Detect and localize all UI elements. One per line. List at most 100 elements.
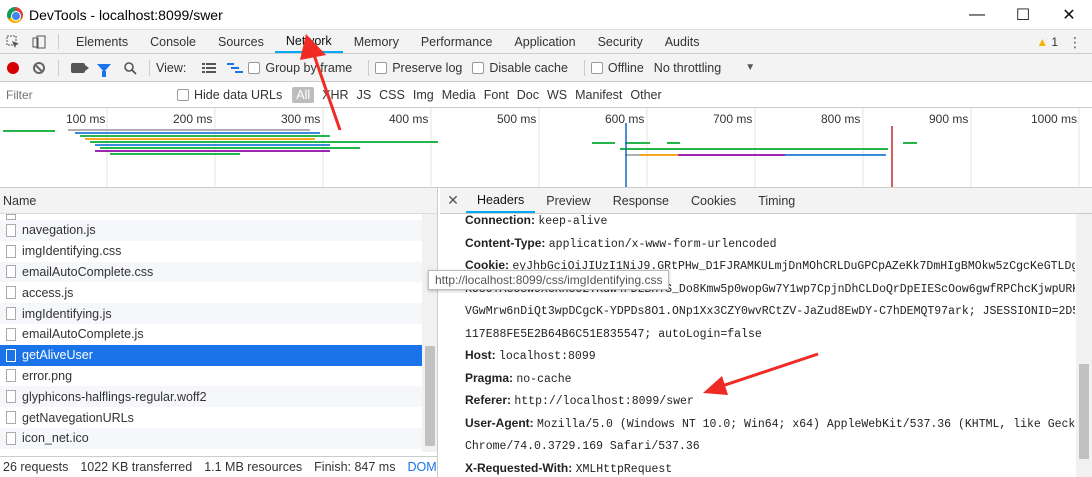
url-tooltip: http://localhost:8099/css/imgIdentifying… <box>428 270 670 290</box>
filter-input[interactable] <box>2 84 167 105</box>
network-summary-bar: 26 requests 1022 KB transferred 1.1 MB r… <box>0 456 437 477</box>
preserve-log-box[interactable] <box>375 61 388 74</box>
file-name: icon_net.ico <box>22 431 89 446</box>
search-button[interactable] <box>117 54 143 82</box>
inspect-element-icon[interactable] <box>0 30 26 53</box>
close-detail-icon[interactable]: ✕ <box>440 188 466 213</box>
title-bar: DevTools - localhost:8099/swer — ☐ ✕ <box>0 0 1092 30</box>
tab-console[interactable]: Console <box>139 30 207 53</box>
filter-type-other[interactable]: Other <box>626 88 665 102</box>
hide-data-urls-checkbox[interactable]: Hide data URLs <box>177 88 282 102</box>
tab-timing[interactable]: Timing <box>747 188 806 213</box>
tab-headers[interactable]: Headers <box>466 188 536 213</box>
filter-type-css[interactable]: CSS <box>375 88 409 102</box>
close-button[interactable]: ✕ <box>1046 0 1092 30</box>
resources-size: 1.1 MB resources <box>204 460 303 474</box>
tick-label: 900 ms <box>929 112 969 126</box>
clear-button[interactable] <box>26 54 52 82</box>
dropdown-arrow-icon: ▼ <box>745 62 756 73</box>
capture-screenshots-button[interactable] <box>65 54 91 82</box>
request-count: 26 requests <box>3 460 69 474</box>
device-toolbar-icon[interactable] <box>26 30 52 53</box>
group-by-frame-box[interactable] <box>248 61 261 74</box>
list-item[interactable]: error.png <box>0 366 422 387</box>
maximize-button[interactable]: ☐ <box>1000 0 1046 30</box>
request-list-scrollbar[interactable] <box>422 214 437 452</box>
disable-cache-label: Disable cache <box>489 60 568 75</box>
list-view-icon <box>202 62 217 73</box>
filter-type-all[interactable]: All <box>292 86 315 103</box>
request-list: navegation.js imgIdentifying.css emailAu… <box>0 214 422 452</box>
minimize-button[interactable]: — <box>954 0 1000 30</box>
list-item[interactable]: access.js <box>0 282 422 303</box>
tab-application[interactable]: Application <box>503 30 586 53</box>
filter-type-media[interactable]: Media <box>438 88 480 102</box>
hide-data-urls-label: Hide data URLs <box>194 87 283 102</box>
tab-security[interactable]: Security <box>587 30 654 53</box>
headers-scrollbar[interactable] <box>1076 214 1092 477</box>
warnings-indicator[interactable]: ▲ 1 <box>1036 30 1058 54</box>
filter-type-js[interactable]: JS <box>353 88 376 102</box>
tab-memory[interactable]: Memory <box>343 30 410 53</box>
tick-label: 1000 ms <box>1031 112 1078 126</box>
tick-label: 200 ms <box>173 112 213 126</box>
group-by-frame-checkbox[interactable]: Group by frame <box>248 61 352 75</box>
file-name: access.js <box>22 285 74 300</box>
list-item[interactable]: glyphicons-halflings-regular.woff2 <box>0 386 422 408</box>
file-icon <box>6 369 16 383</box>
header-value: VGwMrw6nDiQt3wpDCgcK-YDPDs8O1.ONp1Xx3CZY… <box>465 305 1075 318</box>
timeline-overview[interactable]: 100 ms 200 ms 300 ms 400 ms 500 ms 600 m… <box>0 108 1092 188</box>
offline-box[interactable] <box>590 61 603 74</box>
tab-sources[interactable]: Sources <box>207 30 275 53</box>
record-button[interactable] <box>0 54 26 82</box>
tab-network[interactable]: Network <box>274 30 343 53</box>
header-value: 117E88FE5E2B64B6C51E835547; autoLogin=fa… <box>465 327 762 341</box>
disable-cache-checkbox[interactable]: Disable cache <box>472 61 568 75</box>
header-key: User-Agent: <box>465 415 534 430</box>
list-item[interactable]: navegation.js <box>0 220 422 241</box>
throttling-select[interactable]: No throttling ▼ <box>654 61 755 75</box>
header-row-x-requested-with: X-Requested-With: XMLHttpRequest <box>465 458 1075 477</box>
tick-label: 300 ms <box>281 112 321 126</box>
scrollbar-thumb[interactable] <box>1079 364 1089 459</box>
header-row-user-agent: User-Agent: Mozilla/5.0 (Windows NT 10.0… <box>465 413 1075 436</box>
large-rows-button[interactable] <box>196 54 222 82</box>
list-item-selected[interactable]: getAliveUser <box>0 344 422 366</box>
hide-data-urls-box[interactable] <box>177 88 189 101</box>
list-item[interactable]: emailAutoComplete.css <box>0 261 422 283</box>
tab-cookies[interactable]: Cookies <box>680 188 747 213</box>
header-row-host: Host: localhost:8099 <box>465 345 1075 368</box>
name-column-header[interactable]: Name <box>0 188 437 214</box>
list-item[interactable]: imgIdentifying.css <box>0 241 422 262</box>
filter-type-manifest[interactable]: Manifest <box>571 88 626 102</box>
list-item[interactable]: icon_net.ico <box>0 427 422 449</box>
filter-type-img[interactable]: Img <box>409 88 438 102</box>
file-icon <box>6 411 16 425</box>
tab-response[interactable]: Response <box>602 188 680 213</box>
tab-audits[interactable]: Audits <box>654 30 711 53</box>
scrollbar-thumb[interactable] <box>425 346 435 446</box>
filter-toggle-button[interactable] <box>91 54 117 82</box>
disable-cache-box[interactable] <box>472 61 485 74</box>
list-item[interactable]: emailAutoComplete.js <box>0 324 422 345</box>
tick-label: 700 ms <box>713 112 753 126</box>
waterfall-view-button[interactable] <box>222 54 248 82</box>
list-item[interactable]: imgIdentifying.js <box>0 303 422 324</box>
tab-performance[interactable]: Performance <box>410 30 504 53</box>
devtools-window: DevTools - localhost:8099/swer — ☐ ✕ Ele… <box>0 0 1092 477</box>
filter-type-xhr[interactable]: XHR <box>318 88 352 102</box>
filter-type-font[interactable]: Font <box>480 88 513 102</box>
view-label: View: <box>156 60 187 75</box>
header-value: application/x-www-form-urlencoded <box>548 237 777 251</box>
list-item[interactable]: getNavegationURLs <box>0 407 422 428</box>
tab-elements[interactable]: Elements <box>65 30 139 53</box>
request-bars <box>3 129 917 156</box>
offline-checkbox[interactable]: Offline <box>590 60 644 75</box>
preserve-log-checkbox[interactable]: Preserve log <box>375 61 462 75</box>
file-icon <box>6 307 16 321</box>
more-options-icon[interactable]: ⋮ <box>1068 30 1082 54</box>
offline-label: Offline <box>607 60 644 75</box>
tab-preview[interactable]: Preview <box>535 188 601 213</box>
filter-type-doc[interactable]: Doc <box>513 88 543 102</box>
filter-type-ws[interactable]: WS <box>543 88 571 102</box>
